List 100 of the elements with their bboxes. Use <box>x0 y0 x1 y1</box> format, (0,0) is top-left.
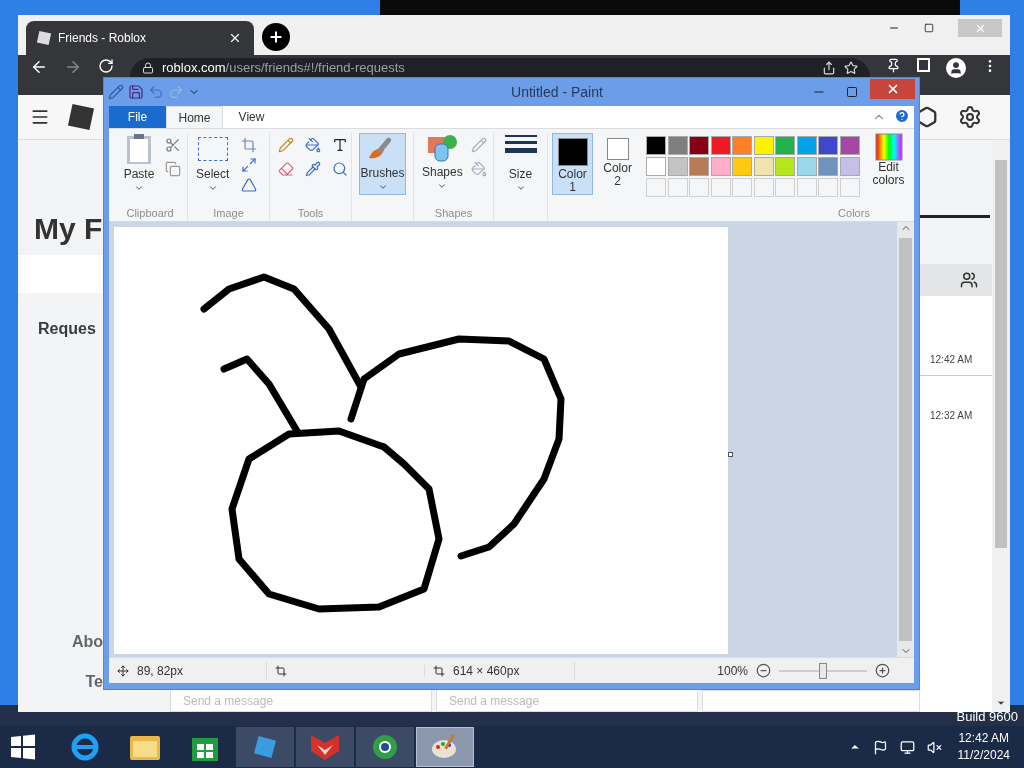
footer-link[interactable]: Te <box>85 670 103 694</box>
logo-icon[interactable] <box>67 103 95 131</box>
group-label: Shapes <box>433 205 474 221</box>
message-field[interactable]: Send a message <box>436 690 698 712</box>
share-icon[interactable] <box>822 60 836 75</box>
settings-icon[interactable] <box>958 105 982 129</box>
scissors-icon[interactable] <box>165 137 181 153</box>
copy-icon[interactable] <box>165 161 181 177</box>
site-icon <box>36 30 52 46</box>
palette-swatch[interactable] <box>667 157 688 176</box>
palette-swatch[interactable] <box>710 157 731 176</box>
group-label: Image <box>212 205 245 221</box>
undo-icon[interactable] <box>148 84 164 100</box>
message-field[interactable]: Send a message <box>170 690 432 712</box>
shapes-button[interactable]: Shapes <box>422 133 463 205</box>
palette-swatch[interactable] <box>753 136 774 155</box>
profile-avatar[interactable] <box>946 58 966 78</box>
speaker-muted-icon[interactable] <box>926 739 942 755</box>
people-icon[interactable] <box>960 271 978 289</box>
select-button[interactable]: Select <box>196 133 230 205</box>
close-icon[interactable] <box>228 31 242 45</box>
palette-swatch[interactable] <box>818 157 838 176</box>
magnifier-icon[interactable] <box>332 161 348 177</box>
zoom-slider[interactable] <box>779 662 867 679</box>
palette-swatch[interactable] <box>689 136 710 155</box>
section-title: Reques <box>37 319 97 339</box>
file-tab[interactable]: File <box>109 106 166 128</box>
globe-icon <box>70 732 100 762</box>
palette-swatch[interactable] <box>689 157 710 176</box>
paint-bucket-icon[interactable] <box>305 137 321 153</box>
palette-swatch[interactable] <box>646 136 667 155</box>
paint-icon[interactable] <box>108 84 124 100</box>
scroll-down-icon[interactable] <box>996 698 1006 708</box>
page-heading: My F <box>34 211 103 247</box>
palette-swatch[interactable] <box>839 157 860 176</box>
taskbar-clock[interactable]: 12:42 AM 11/2/2024 <box>957 730 1010 764</box>
maximize-icon[interactable] <box>924 23 934 33</box>
scrollbar-thumb[interactable] <box>995 160 1007 548</box>
address-bar[interactable]: roblox.com/users/friends#!/friend-requests <box>130 58 870 77</box>
new-tab-button[interactable] <box>262 23 290 51</box>
help-icon[interactable] <box>894 108 910 124</box>
maximize-icon[interactable] <box>846 86 858 98</box>
ribbon-tab[interactable]: Home <box>166 106 223 128</box>
color-slot-button[interactable]: Color 2 <box>597 133 639 195</box>
palette-swatch[interactable] <box>732 157 753 176</box>
folder-icon <box>129 733 161 761</box>
forward-icon[interactable] <box>64 58 82 76</box>
network-icon[interactable] <box>899 739 915 755</box>
paste-button[interactable]: Paste <box>121 133 157 205</box>
palette-swatch[interactable] <box>796 136 817 155</box>
rotate-icon[interactable] <box>241 177 258 193</box>
palette-swatch[interactable] <box>710 136 731 155</box>
group-label: Clipboard <box>125 205 175 221</box>
page-scrollbar[interactable] <box>992 140 1010 712</box>
eraser-icon[interactable] <box>278 161 294 177</box>
pin-icon[interactable] <box>886 58 901 73</box>
caret-icon <box>207 183 218 193</box>
palette-swatch[interactable] <box>818 136 838 155</box>
pipette-icon[interactable] <box>305 161 321 177</box>
crop-icon[interactable] <box>241 137 258 153</box>
save-icon[interactable] <box>128 84 144 100</box>
color-slot-button[interactable]: Color 1 <box>552 133 594 195</box>
palette-swatch[interactable] <box>732 136 753 155</box>
menu-icon[interactable] <box>30 107 50 127</box>
palette-swatch[interactable] <box>775 136 796 155</box>
pencil-icon[interactable] <box>278 137 294 153</box>
outline-icon[interactable] <box>470 137 487 153</box>
taskbar-button[interactable] <box>356 727 414 767</box>
close-button[interactable] <box>870 79 915 99</box>
browser-tab[interactable]: Friends - Roblox <box>26 21 254 55</box>
size-button[interactable]: Size <box>503 133 538 193</box>
fox-icon <box>309 733 341 761</box>
fill-icon[interactable] <box>470 161 487 177</box>
dashed-rectangle-icon <box>197 137 228 161</box>
text-icon[interactable] <box>332 137 348 153</box>
reload-icon[interactable] <box>98 58 114 74</box>
zoom-in-icon[interactable] <box>875 663 890 678</box>
palette-swatch[interactable] <box>667 136 688 155</box>
lock-icon <box>142 61 154 74</box>
palette-swatch[interactable] <box>646 157 667 176</box>
palette-swatch[interactable] <box>839 136 860 155</box>
vertical-scrollbar[interactable] <box>897 222 914 657</box>
star-icon[interactable] <box>844 60 858 75</box>
resize-handle[interactable] <box>728 452 733 457</box>
edit-colors-button[interactable]: Edit colors <box>867 133 910 205</box>
footer-link[interactable]: Abo <box>71 630 103 654</box>
flag-icon[interactable] <box>872 739 888 755</box>
window-title: Untitled - Paint <box>510 82 604 102</box>
sidebar-icon[interactable] <box>917 58 930 72</box>
scrollbar-thumb[interactable] <box>899 238 912 641</box>
brushes-button[interactable]: Brushes <box>359 133 406 195</box>
palette-swatch[interactable] <box>753 157 774 176</box>
zoom-percentage: 100% <box>717 662 748 680</box>
palette-swatch[interactable] <box>775 157 796 176</box>
back-icon[interactable] <box>30 58 48 76</box>
palette-swatch[interactable] <box>796 157 817 176</box>
build-text: Build 9600 <box>956 709 1018 724</box>
clipboard-icon <box>125 133 153 165</box>
resize-icon[interactable] <box>241 157 258 173</box>
zoom-out-icon[interactable] <box>756 663 771 678</box>
